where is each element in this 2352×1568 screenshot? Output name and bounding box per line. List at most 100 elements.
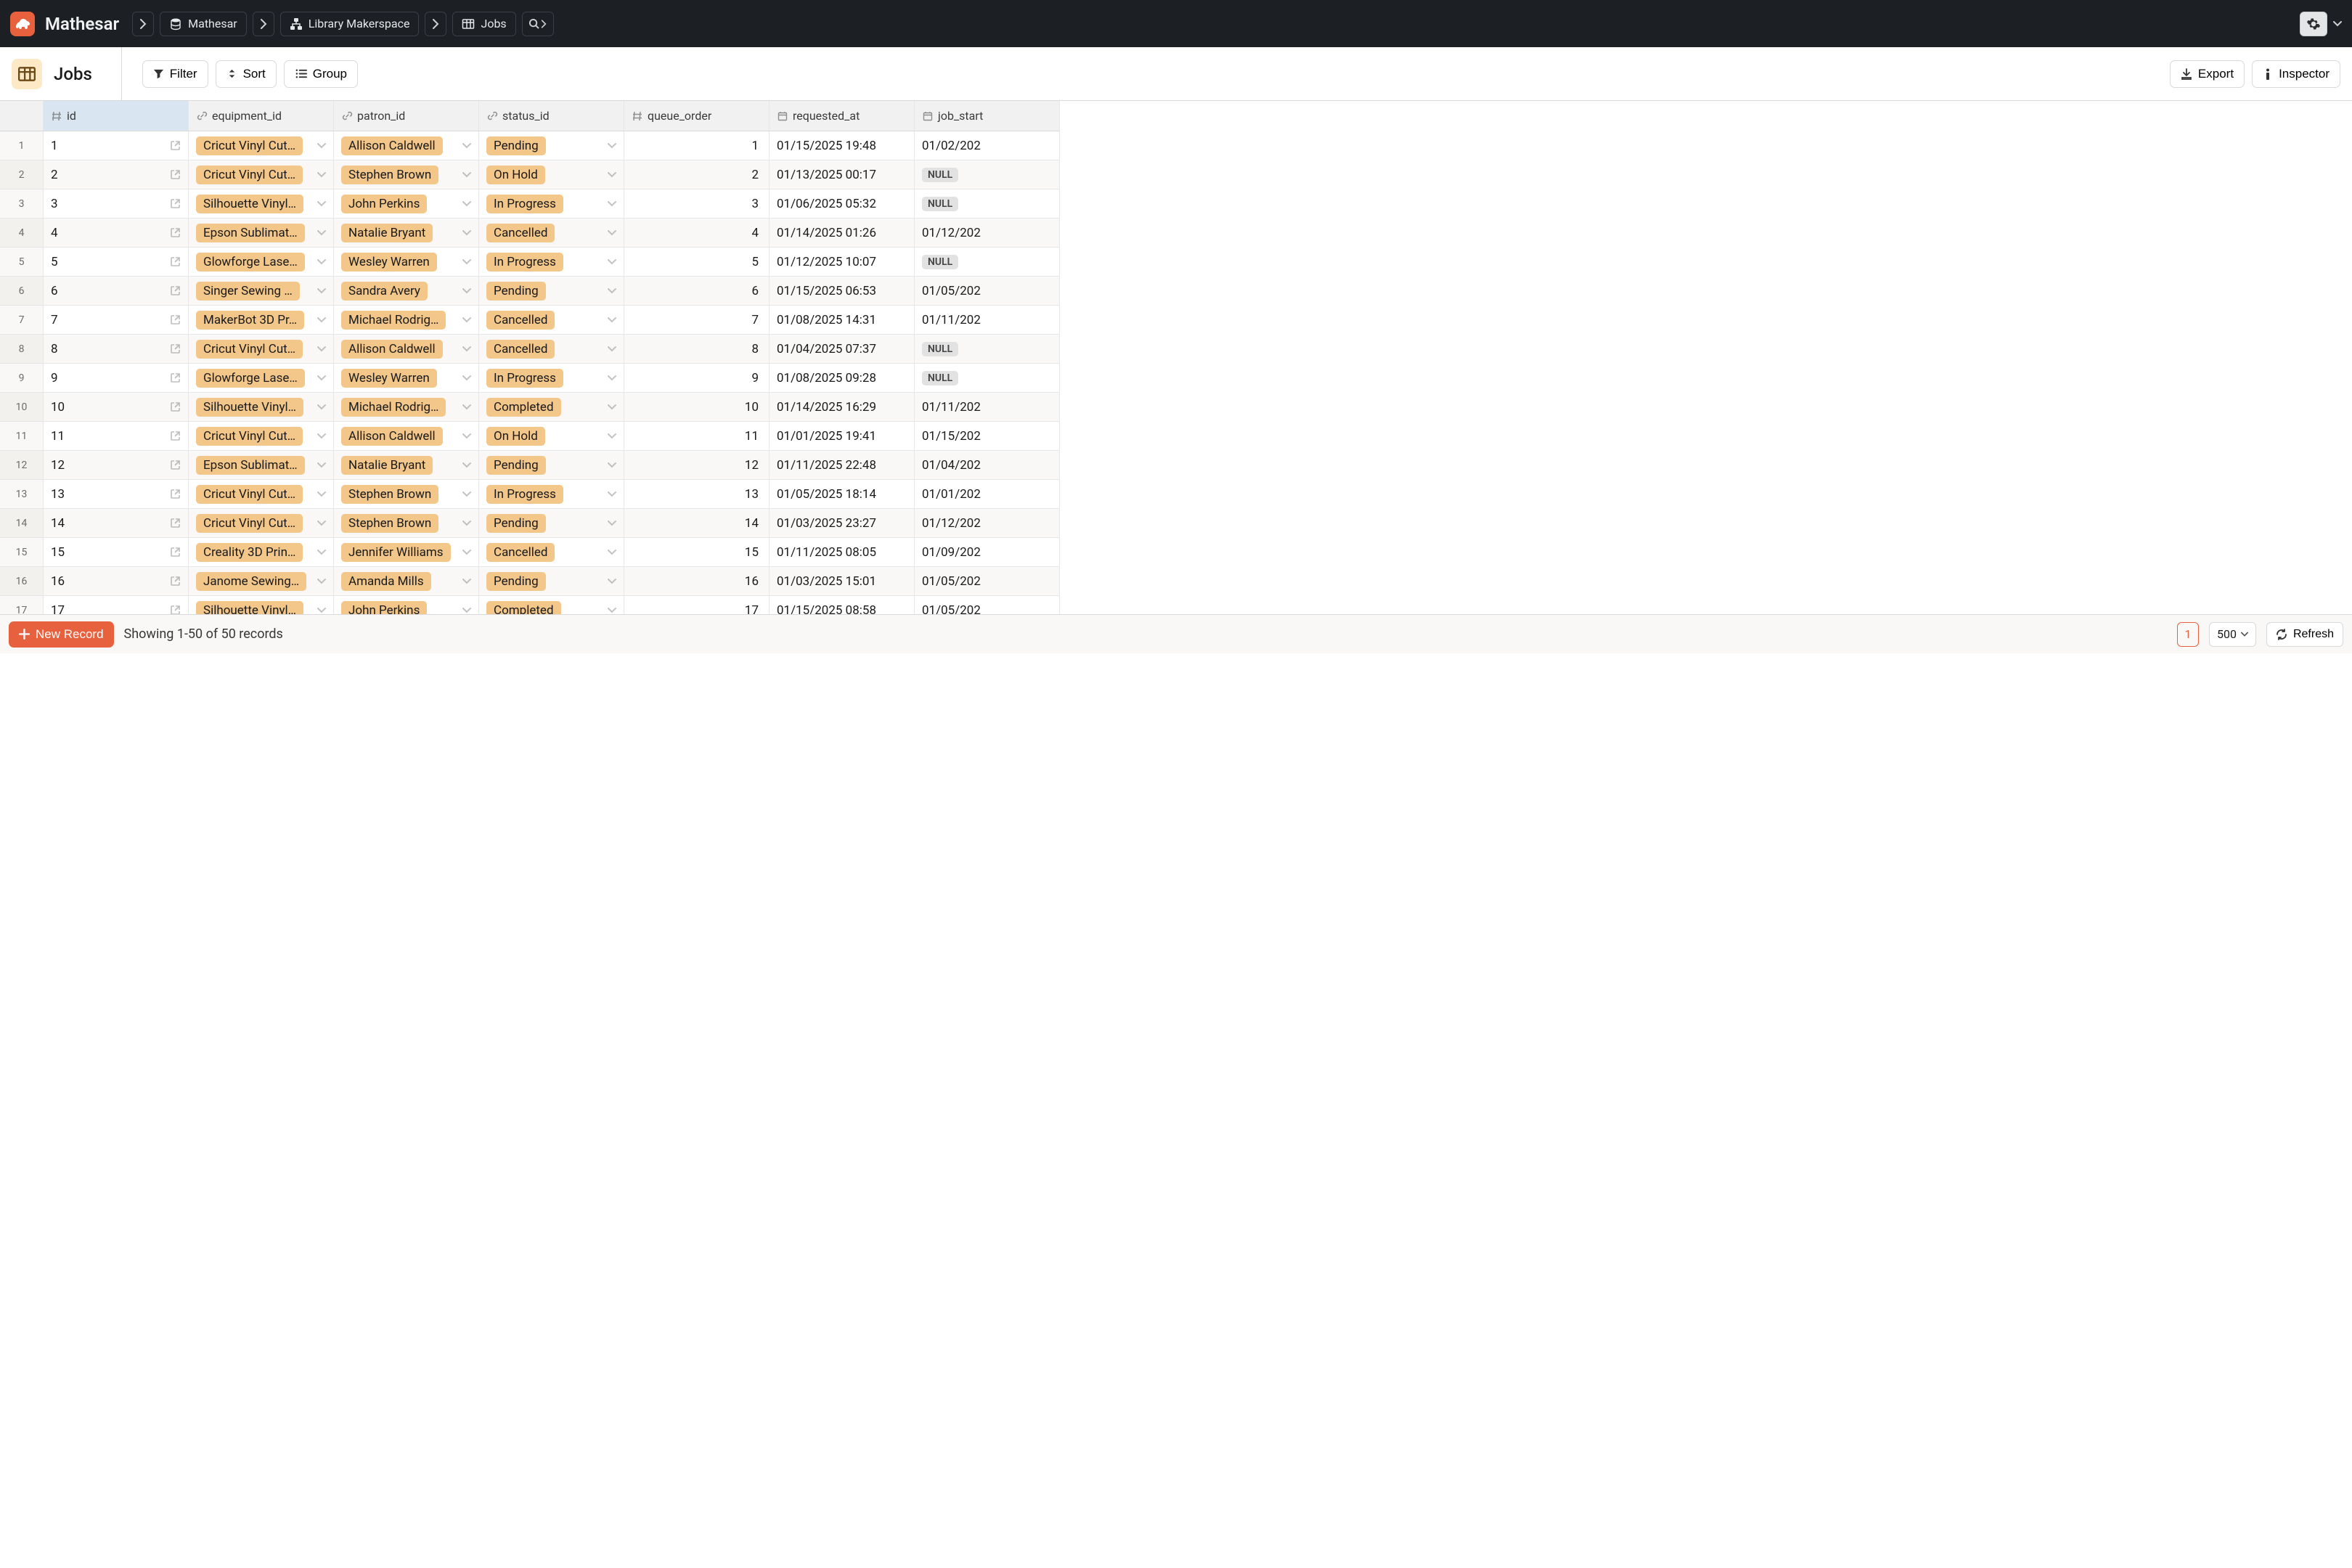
cell-equipment[interactable]: Silhouette Vinyl… bbox=[189, 596, 334, 614]
page-size-select[interactable]: 500 bbox=[2209, 622, 2256, 647]
crumb-table[interactable]: Jobs bbox=[452, 12, 515, 36]
cell-id[interactable]: 13 bbox=[44, 480, 189, 509]
row-number[interactable]: 7 bbox=[0, 306, 44, 335]
cell-requested-at[interactable]: 01/15/2025 19:48 bbox=[769, 131, 915, 160]
chevron-down-icon[interactable] bbox=[317, 462, 326, 469]
cell-queue-order[interactable]: 17 bbox=[624, 596, 769, 614]
chevron-down-icon[interactable] bbox=[462, 375, 471, 382]
cell-status[interactable]: Cancelled bbox=[479, 335, 624, 364]
cell-requested-at[interactable]: 01/15/2025 08:58 bbox=[769, 596, 915, 614]
cell-queue-order[interactable]: 16 bbox=[624, 567, 769, 596]
cell-job-start[interactable]: NULL bbox=[915, 160, 1060, 189]
chip-patron[interactable]: Michael Rodrig… bbox=[341, 311, 446, 330]
open-record-icon[interactable] bbox=[170, 372, 181, 383]
cell-job-start[interactable]: 01/05/202 bbox=[915, 596, 1060, 614]
crumb-database[interactable]: Mathesar bbox=[160, 12, 247, 36]
cell-equipment[interactable]: Cricut Vinyl Cut… bbox=[189, 131, 334, 160]
cell-requested-at[interactable]: 01/13/2025 00:17 bbox=[769, 160, 915, 189]
chevron-down-icon[interactable] bbox=[608, 142, 616, 150]
chevron-down-icon[interactable] bbox=[317, 578, 326, 585]
cell-equipment[interactable]: Glowforge Lase… bbox=[189, 248, 334, 277]
row-number[interactable]: 16 bbox=[0, 567, 44, 596]
cell-job-start[interactable]: NULL bbox=[915, 248, 1060, 277]
column-header-requested_at[interactable]: requested_at bbox=[769, 101, 915, 131]
chevron-down-icon[interactable] bbox=[608, 520, 616, 527]
chip-equipment[interactable]: Silhouette Vinyl… bbox=[196, 601, 303, 615]
cell-job-start[interactable]: 01/12/202 bbox=[915, 219, 1060, 248]
chevron-down-icon[interactable] bbox=[317, 346, 326, 353]
cell-status[interactable]: Cancelled bbox=[479, 306, 624, 335]
brand-name[interactable]: Mathesar bbox=[45, 14, 119, 34]
chevron-down-icon[interactable] bbox=[317, 171, 326, 179]
chevron-down-icon[interactable] bbox=[608, 229, 616, 237]
chip-equipment[interactable]: Cricut Vinyl Cut… bbox=[196, 514, 303, 533]
cell-requested-at[interactable]: 01/03/2025 15:01 bbox=[769, 567, 915, 596]
chip-status[interactable]: Completed bbox=[486, 601, 561, 615]
chip-equipment[interactable]: MakerBot 3D Pr… bbox=[196, 311, 304, 330]
chip-status[interactable]: In Progress bbox=[486, 253, 563, 271]
cell-job-start[interactable]: 01/01/202 bbox=[915, 480, 1060, 509]
cell-queue-order[interactable]: 2 bbox=[624, 160, 769, 189]
cell-id[interactable]: 4 bbox=[44, 219, 189, 248]
cell-status[interactable]: Pending bbox=[479, 509, 624, 538]
cell-job-start[interactable]: NULL bbox=[915, 335, 1060, 364]
filter-button[interactable]: Filter bbox=[142, 60, 208, 88]
chevron-down-icon[interactable] bbox=[608, 549, 616, 556]
cell-job-start[interactable]: NULL bbox=[915, 364, 1060, 393]
chip-patron[interactable]: Stephen Brown bbox=[341, 514, 438, 533]
cell-id[interactable]: 14 bbox=[44, 509, 189, 538]
open-record-icon[interactable] bbox=[170, 401, 181, 412]
cell-equipment[interactable]: Creality 3D Prin… bbox=[189, 538, 334, 567]
chip-patron[interactable]: Sandra Avery bbox=[341, 282, 428, 301]
cell-id[interactable]: 15 bbox=[44, 538, 189, 567]
settings-caret[interactable] bbox=[2333, 20, 2342, 28]
crumb-search[interactable] bbox=[522, 12, 554, 36]
cell-id[interactable]: 17 bbox=[44, 596, 189, 614]
chevron-down-icon[interactable] bbox=[317, 549, 326, 556]
open-record-icon[interactable] bbox=[170, 605, 181, 614]
chevron-down-icon[interactable] bbox=[317, 520, 326, 527]
chip-equipment[interactable]: Creality 3D Prin… bbox=[196, 543, 303, 562]
chip-patron[interactable]: Jennifer Williams bbox=[341, 543, 451, 562]
cell-status[interactable]: In Progress bbox=[479, 248, 624, 277]
chip-patron[interactable]: Natalie Bryant bbox=[341, 456, 433, 475]
column-header-id[interactable]: id bbox=[44, 101, 189, 131]
settings-button[interactable] bbox=[2300, 12, 2327, 36]
cell-equipment[interactable]: Silhouette Vinyl… bbox=[189, 393, 334, 422]
cell-id[interactable]: 3 bbox=[44, 189, 189, 219]
chevron-down-icon[interactable] bbox=[608, 404, 616, 411]
chip-status[interactable]: Pending bbox=[486, 572, 546, 591]
cell-patron[interactable]: Stephen Brown bbox=[334, 160, 479, 189]
chip-patron[interactable]: Allison Caldwell bbox=[341, 427, 443, 446]
chevron-down-icon[interactable] bbox=[462, 229, 471, 237]
row-number[interactable]: 17 bbox=[0, 596, 44, 614]
cell-requested-at[interactable]: 01/05/2025 18:14 bbox=[769, 480, 915, 509]
cell-job-start[interactable]: NULL bbox=[915, 189, 1060, 219]
cell-job-start[interactable]: 01/11/202 bbox=[915, 393, 1060, 422]
cell-queue-order[interactable]: 14 bbox=[624, 509, 769, 538]
cell-equipment[interactable]: Cricut Vinyl Cut… bbox=[189, 335, 334, 364]
chip-status[interactable]: Completed bbox=[486, 398, 561, 417]
row-number[interactable]: 13 bbox=[0, 480, 44, 509]
chevron-down-icon[interactable] bbox=[608, 578, 616, 585]
cell-equipment[interactable]: Silhouette Vinyl… bbox=[189, 189, 334, 219]
chevron-down-icon[interactable] bbox=[608, 433, 616, 440]
cell-requested-at[interactable]: 01/01/2025 19:41 bbox=[769, 422, 915, 451]
crumb-sep-2[interactable] bbox=[253, 12, 274, 36]
row-number[interactable]: 9 bbox=[0, 364, 44, 393]
cell-status[interactable]: Completed bbox=[479, 596, 624, 614]
cell-id[interactable]: 11 bbox=[44, 422, 189, 451]
chevron-down-icon[interactable] bbox=[608, 607, 616, 614]
cell-equipment[interactable]: Epson Sublimat… bbox=[189, 219, 334, 248]
chevron-down-icon[interactable] bbox=[317, 317, 326, 324]
cell-status[interactable]: In Progress bbox=[479, 480, 624, 509]
cell-requested-at[interactable]: 01/08/2025 09:28 bbox=[769, 364, 915, 393]
cell-status[interactable]: On Hold bbox=[479, 160, 624, 189]
cell-id[interactable]: 16 bbox=[44, 567, 189, 596]
cell-requested-at[interactable]: 01/06/2025 05:32 bbox=[769, 189, 915, 219]
cell-queue-order[interactable]: 8 bbox=[624, 335, 769, 364]
cell-queue-order[interactable]: 10 bbox=[624, 393, 769, 422]
chevron-down-icon[interactable] bbox=[608, 462, 616, 469]
cell-status[interactable]: Cancelled bbox=[479, 538, 624, 567]
chevron-down-icon[interactable] bbox=[462, 607, 471, 614]
